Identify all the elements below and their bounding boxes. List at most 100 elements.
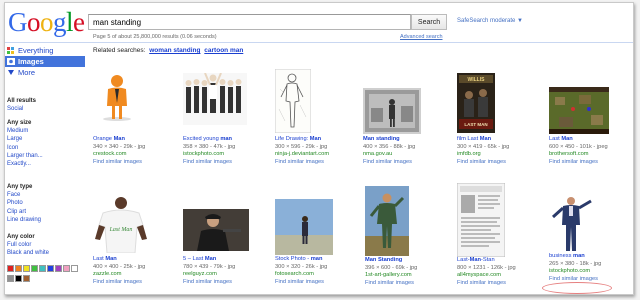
color-swatch[interactable] bbox=[31, 265, 38, 272]
filter-photo[interactable]: Photo bbox=[7, 199, 41, 207]
filter-larger-than[interactable]: Larger than... bbox=[7, 152, 43, 160]
color-swatch[interactable] bbox=[71, 265, 78, 272]
find-similar-link[interactable]: Find similar images bbox=[275, 159, 357, 167]
filter-social[interactable]: Social bbox=[7, 105, 36, 113]
color-swatch[interactable] bbox=[7, 265, 14, 272]
filter-face[interactable]: Face bbox=[7, 191, 41, 199]
find-similar-link[interactable]: Find similar images bbox=[549, 159, 631, 167]
logo-letter: G bbox=[8, 7, 28, 37]
related-link-cartoon-man[interactable]: cartoon man bbox=[204, 47, 243, 54]
related-link-woman-standing[interactable]: woman standing bbox=[149, 47, 200, 54]
filter-header[interactable]: Any type bbox=[7, 183, 41, 191]
filter-medium[interactable]: Medium bbox=[7, 127, 43, 135]
find-similar-link[interactable]: Find similar images bbox=[363, 159, 445, 167]
color-swatch[interactable] bbox=[23, 275, 30, 282]
result-source: istockphoto.com bbox=[549, 268, 591, 275]
find-similar-link[interactable]: Find similar images bbox=[275, 279, 357, 287]
nav-more[interactable]: More bbox=[5, 67, 85, 78]
man-standing-photo-thumbnail[interactable] bbox=[363, 88, 421, 134]
find-similar-link[interactable]: Find similar images bbox=[457, 159, 539, 167]
movie-still-thumbnail[interactable] bbox=[183, 209, 249, 251]
filter-exactly[interactable]: Exactly... bbox=[7, 160, 43, 168]
result-source: nma.gov.au bbox=[363, 151, 393, 158]
result-meta: 300 × 320 - 26k - jpg bbox=[275, 263, 328, 270]
find-similar-link[interactable]: Find similar images bbox=[365, 280, 447, 288]
logo-letter: e bbox=[73, 7, 85, 37]
filter-header[interactable]: Any color bbox=[7, 233, 49, 241]
nav-label: Images bbox=[18, 57, 44, 66]
filter-line-drawing[interactable]: Line drawing bbox=[7, 216, 41, 224]
result-meta: 340 × 340 - 29k - jpg bbox=[93, 143, 146, 150]
safesearch-dropdown[interactable]: SafeSearch moderate ▼ bbox=[457, 18, 523, 24]
related-label: Related searches: bbox=[93, 47, 146, 54]
orange-man-thumbnail[interactable] bbox=[93, 73, 139, 121]
svg-text:LAST MAN: LAST MAN bbox=[464, 122, 487, 127]
find-similar-link[interactable]: Find similar images bbox=[183, 159, 265, 167]
related-searches: Related searches: woman standing cartoon… bbox=[93, 47, 243, 54]
last-man-shirt-thumbnail[interactable]: Last Man bbox=[93, 195, 149, 253]
sidebar: Everything Images More bbox=[5, 45, 85, 78]
find-similar-link[interactable]: Find similar images bbox=[93, 279, 175, 287]
result-meta: 300 × 596 - 29k - jpg bbox=[275, 143, 328, 150]
result-title[interactable]: Last Man bbox=[549, 136, 631, 144]
film-poster-thumbnail[interactable]: WILLIS LAST MAN bbox=[457, 73, 495, 133]
nav-label: Everything bbox=[18, 46, 54, 55]
highlight-circle bbox=[542, 282, 612, 294]
logo-letter: o bbox=[40, 7, 54, 37]
color-swatch[interactable] bbox=[55, 265, 62, 272]
result-source: brothersoft.com bbox=[549, 151, 589, 158]
color-swatch[interactable] bbox=[15, 275, 22, 282]
color-swatch[interactable] bbox=[63, 265, 70, 272]
excited-young-man-thumbnail[interactable] bbox=[183, 73, 247, 125]
filter-header[interactable]: Any size bbox=[7, 119, 43, 127]
logo-letter: g bbox=[53, 7, 67, 37]
filter-icon[interactable]: Icon bbox=[7, 144, 43, 152]
myspace-page-thumbnail[interactable] bbox=[457, 183, 505, 257]
result-title[interactable]: Man standing bbox=[363, 136, 445, 144]
find-similar-link[interactable]: Find similar images bbox=[93, 159, 175, 167]
filter-header[interactable]: All results bbox=[7, 97, 36, 105]
filter-color: Any color Full color Black and white bbox=[7, 233, 49, 258]
result-source: imfdb.org bbox=[457, 151, 481, 158]
filter-black-white[interactable]: Black and white bbox=[7, 249, 49, 257]
color-swatches bbox=[7, 265, 79, 285]
filter-full-color[interactable]: Full color bbox=[7, 241, 49, 249]
find-similar-link[interactable]: Find similar images bbox=[457, 280, 539, 288]
color-swatch[interactable] bbox=[7, 275, 14, 282]
logo-letter: l bbox=[66, 7, 74, 37]
result-title[interactable]: Man Standing bbox=[365, 257, 447, 265]
nav-images[interactable]: Images bbox=[5, 56, 85, 67]
result-title[interactable]: Last Man bbox=[93, 256, 175, 264]
color-swatch[interactable] bbox=[23, 265, 30, 272]
result-meta: 358 × 380 - 47k - jpg bbox=[183, 143, 236, 150]
stock-photo-thumbnail[interactable] bbox=[275, 199, 333, 255]
game-screenshot-thumbnail[interactable] bbox=[549, 87, 609, 134]
result-title[interactable]: Orange Man bbox=[93, 136, 175, 144]
result-title[interactable]: business man bbox=[549, 253, 631, 261]
result-title[interactable]: Last-Man-Stan bbox=[457, 257, 539, 265]
nav-everything[interactable]: Everything bbox=[5, 45, 85, 56]
filter-clip-art[interactable]: Clip art bbox=[7, 208, 41, 216]
result-title[interactable]: Life Drawing: Man bbox=[275, 136, 357, 144]
color-swatch[interactable] bbox=[39, 265, 46, 272]
search-input[interactable] bbox=[88, 14, 411, 30]
result-title[interactable]: 5 – Last Man bbox=[183, 256, 265, 264]
result-source: zazzle.com bbox=[93, 271, 122, 278]
life-drawing-thumbnail[interactable] bbox=[275, 69, 311, 133]
result-meta: 800 × 1231 - 126k - jpg bbox=[457, 264, 516, 271]
result-title[interactable]: Stock Photo - man bbox=[275, 256, 357, 264]
filter-large[interactable]: Large bbox=[7, 135, 43, 143]
color-swatch[interactable] bbox=[15, 265, 22, 272]
result-meta: 396 × 600 - 69k - jpg bbox=[365, 264, 418, 271]
nav-label: More bbox=[18, 68, 36, 77]
result-source: reelguyz.com bbox=[183, 271, 217, 278]
google-logo[interactable]: Google bbox=[8, 8, 85, 36]
search-button[interactable]: Search bbox=[411, 14, 447, 30]
man-standing-painting-thumbnail[interactable] bbox=[365, 186, 409, 256]
advanced-search-link[interactable]: Advanced search bbox=[400, 34, 443, 40]
result-title[interactable]: film Last Man bbox=[457, 136, 539, 144]
result-title[interactable]: Excited young man bbox=[183, 136, 265, 144]
color-swatch[interactable] bbox=[47, 265, 54, 272]
find-similar-link[interactable]: Find similar images bbox=[183, 279, 265, 287]
business-man-thumbnail[interactable] bbox=[549, 193, 593, 255]
